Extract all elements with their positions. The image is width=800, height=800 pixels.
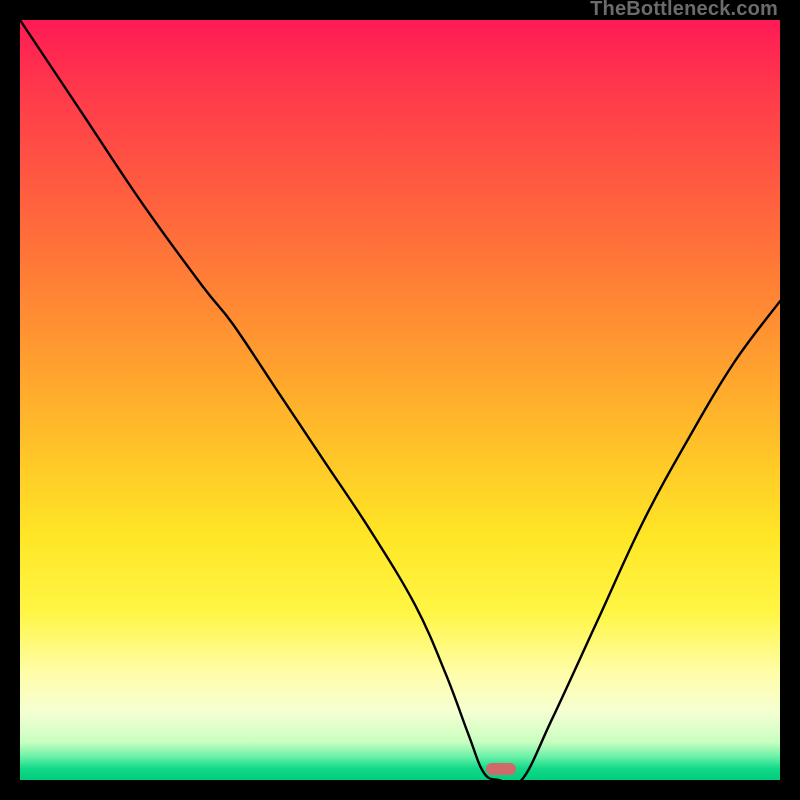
watermark-text: TheBottleneck.com <box>590 0 778 21</box>
plot-area <box>20 20 780 780</box>
optimal-marker <box>486 763 516 775</box>
chart-frame: TheBottleneck.com <box>0 0 800 800</box>
bottleneck-curve <box>20 20 780 780</box>
